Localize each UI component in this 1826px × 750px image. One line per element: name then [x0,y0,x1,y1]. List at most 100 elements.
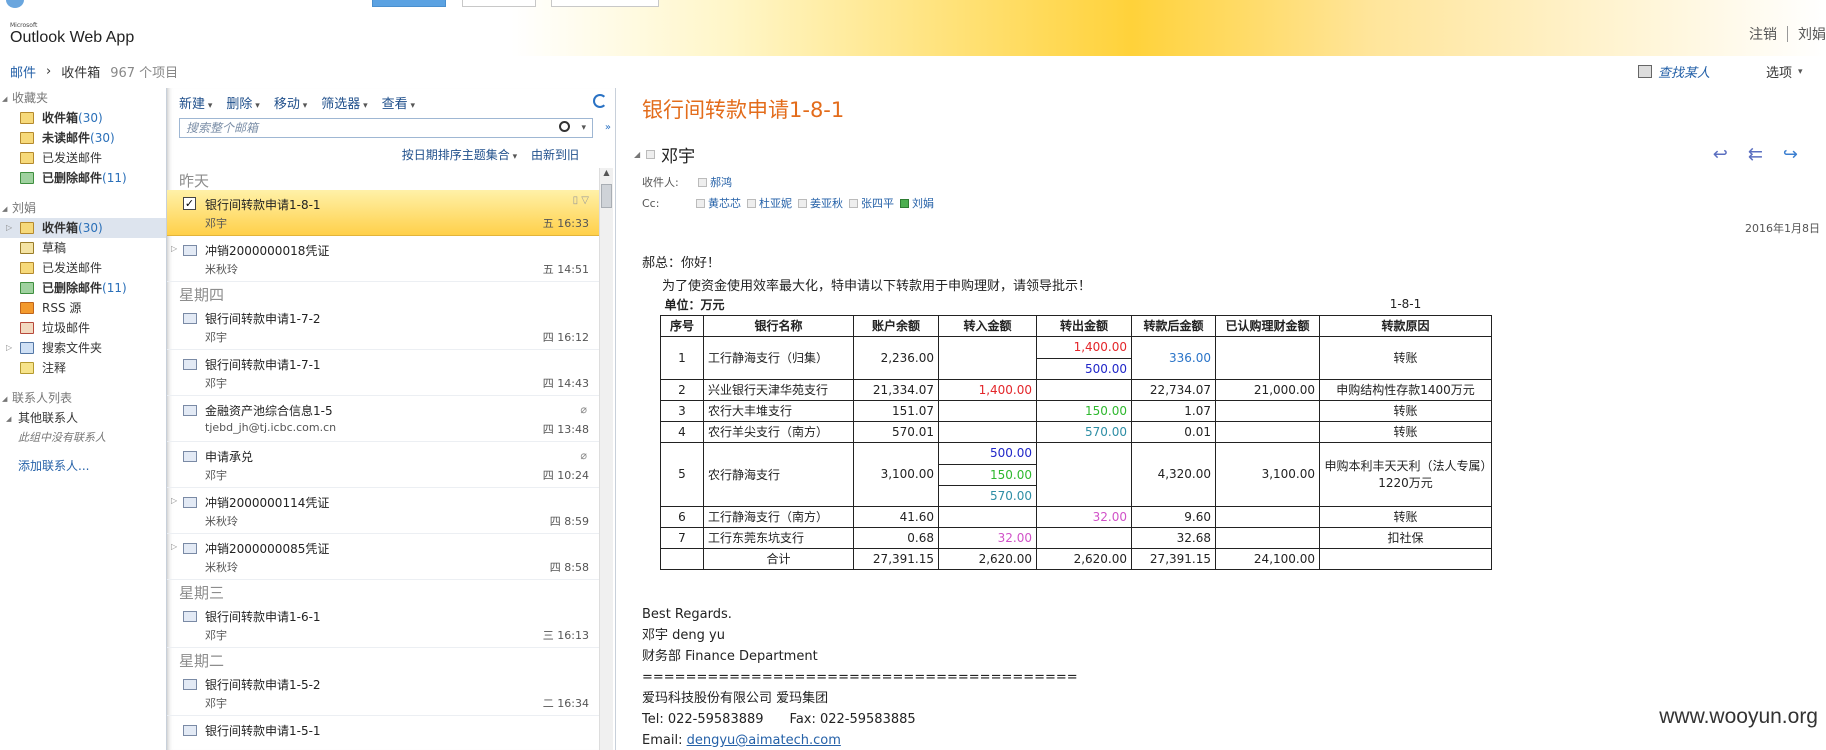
options-menu[interactable]: 选项 [1766,62,1792,81]
mailbox-header[interactable]: 刘娟 [0,198,166,219]
user-name[interactable]: 刘娟 [1798,24,1826,44]
list-item[interactable]: 银行间转款申请1-5-2 邓宇 二 16:34 [167,670,599,716]
contacts-header[interactable]: 联系人列表 [0,388,166,409]
message-time: 三 16:13 [542,629,589,642]
column-header: 转款后金额 [1131,314,1216,337]
search-input[interactable]: 搜索整个邮箱 ▾ [179,118,593,138]
table-cell: 32.00 [938,526,1037,549]
expand-icon[interactable]: ▷ [6,338,12,358]
chevron-down-icon[interactable]: ▾ [581,119,586,137]
mailbox-folder[interactable]: ▷ 收件箱(30) [0,218,166,238]
refresh-icon[interactable] [593,94,607,108]
message-time: 四 8:58 [549,561,589,574]
list-item[interactable]: 金融资产池综合信息1-5 tjebd_jh@tj.icbc.com.cn 四 13:… [167,396,599,442]
expand-icon[interactable]: ▷ [6,218,12,238]
address-book-icon[interactable] [1638,65,1652,78]
sender: ◢ 邓宇 [634,142,695,167]
folder-label: 草稿 [42,241,67,255]
app-orb-icon[interactable] [6,0,24,8]
list-item[interactable]: 银行间转款申请1-6-1 邓宇 三 16:13 [167,602,599,648]
message-subject: 冲销2000000018凭证 [205,244,330,258]
greeting: 郝总：你好！ [642,256,721,271]
find-someone-link[interactable]: 查找某人 [1658,62,1710,81]
scroll-thumb[interactable] [601,184,612,208]
checkbox[interactable]: ✓ [183,197,196,210]
table-cell [938,399,1037,422]
list-item[interactable]: 银行间转款申请1-7-1 邓宇 四 14:43 [167,350,599,396]
mailbox-folder[interactable]: 垃圾邮件 [0,318,166,338]
table-cell: 转账 [1319,505,1492,528]
no-contacts-text: 此组中没有联系人 [18,431,106,444]
mailbox-folder[interactable]: 已发送邮件 [0,258,166,278]
sender-name[interactable]: 邓宇 [661,142,695,167]
expand-search-icon[interactable]: » [605,122,611,133]
presence-icon [747,198,756,208]
other-contacts-group[interactable]: 其他联系人 [0,408,166,429]
recipient[interactable]: 郝鸿 [698,174,732,190]
message-time: 四 10:24 [542,469,589,482]
junk-icon [20,322,34,334]
table-cell: 2 [660,378,704,401]
delete-button[interactable]: 删除 [226,93,259,112]
favorites-folder[interactable]: 已删除邮件(11) [0,168,166,188]
search-icon[interactable] [559,121,570,132]
mailbox-folder[interactable]: RSS 源 [0,298,166,318]
new-button[interactable]: 新建 [179,93,212,112]
flag-icon[interactable]: ▯ ▽ [573,195,589,206]
add-contact-link[interactable]: 添加联系人... [0,456,166,476]
top-tab-active[interactable] [372,0,446,7]
list-item[interactable]: ✓ 银行间转款申请1-8-1 邓宇 五 16:33 ▯ ▽ [167,190,599,236]
top-tab-3[interactable] [551,0,659,7]
expand-thread-icon[interactable]: ▷ [171,542,177,551]
list-item[interactable]: 申请承兑 邓宇 四 10:24 ⌀ [167,442,599,488]
mailbox-folder[interactable]: ▷ 搜索文件夹 [0,338,166,358]
signout-link[interactable]: 注销 [1749,24,1777,44]
folder-label: 已发送邮件 [42,151,103,165]
list-item[interactable]: ▷ 冲销2000000018凭证 米秋玲 五 14:51 [167,236,599,282]
sig-email-link[interactable]: dengyu@aimatech.com [687,733,841,748]
list-item[interactable]: ▷ 冲销2000000085凭证 米秋玲 四 8:58 [167,534,599,580]
cc-recipient[interactable]: 黄芯芯 [696,195,741,211]
favorites-folder[interactable]: 未读邮件(30) [0,128,166,148]
table-cell: 1.07 [1131,399,1216,422]
mailbox-folder[interactable]: 草稿 [0,238,166,258]
breadcrumb-mail[interactable]: 邮件 [10,62,36,81]
message-time: 二 16:34 [542,697,589,710]
folder-label: 收件箱 [42,111,79,125]
expand-thread-icon[interactable]: ▷ [171,244,177,253]
mailbox-folder[interactable]: 注释 [0,358,166,378]
favorites-header[interactable]: 收藏夹 [0,88,166,109]
favorites-folder[interactable]: 收件箱(30) [0,108,166,128]
reply-all-icon[interactable]: ⇇ [1748,144,1763,165]
table-cell: 570.00 [1036,420,1132,443]
scroll-up-icon[interactable]: ▲ [600,168,613,182]
cc-recipient[interactable]: 姜亚秋 [798,195,843,211]
unread-count: (30) [78,111,103,125]
expand-thread-icon[interactable]: ▷ [171,496,177,505]
table-cell [1036,526,1132,549]
reply-icon[interactable]: ↩ [1713,144,1728,165]
table-total-row: 合计 27,391.15 2,620.00 2,620.00 27,391.15 24,1… [660,547,1492,570]
cc-recipient[interactable]: 杜亚妮 [747,195,792,211]
list-item[interactable]: 银行间转款申请1-7-2 邓宇 四 16:12 [167,304,599,350]
table-row: 7 工行东莞东坑支行 0.68 32.00 32.68 扣社保 [660,526,1492,549]
view-button[interactable]: 查看 [382,93,415,112]
table-row: 2 兴业银行天津华苑支行 21,334.07 1,400.00 22,734.07 21,… [660,378,1492,401]
top-tab-2[interactable] [462,0,536,7]
list-scrollbar[interactable]: ▲ [599,168,613,750]
forward-icon[interactable]: ↪ [1783,144,1798,165]
cc-recipient[interactable]: 张四平 [849,195,894,211]
favorites-folder[interactable]: 已发送邮件 [0,148,166,168]
list-toolbar: 新建 删除 移动 筛选器 查看 [167,88,615,116]
mailbox-folder[interactable]: 已删除邮件(11) [0,278,166,298]
sort-by-button[interactable]: 按日期排序主题集合 [402,148,517,162]
move-button[interactable]: 移动 [274,93,307,112]
collapse-icon[interactable]: ◢ [634,150,640,159]
sort-order-button[interactable]: 由新到旧 [531,148,579,162]
envelope-icon [183,313,197,324]
list-item[interactable]: ▷ 冲销2000000114凭证 米秋玲 四 8:59 [167,488,599,534]
cc-recipient[interactable]: 刘娟 [900,195,934,211]
filter-button[interactable]: 筛选器 [321,93,367,112]
sort-bar: 按日期排序主题集合 由新到旧 [167,146,597,166]
list-item[interactable]: 银行间转款申请1-5-1 [167,716,599,750]
